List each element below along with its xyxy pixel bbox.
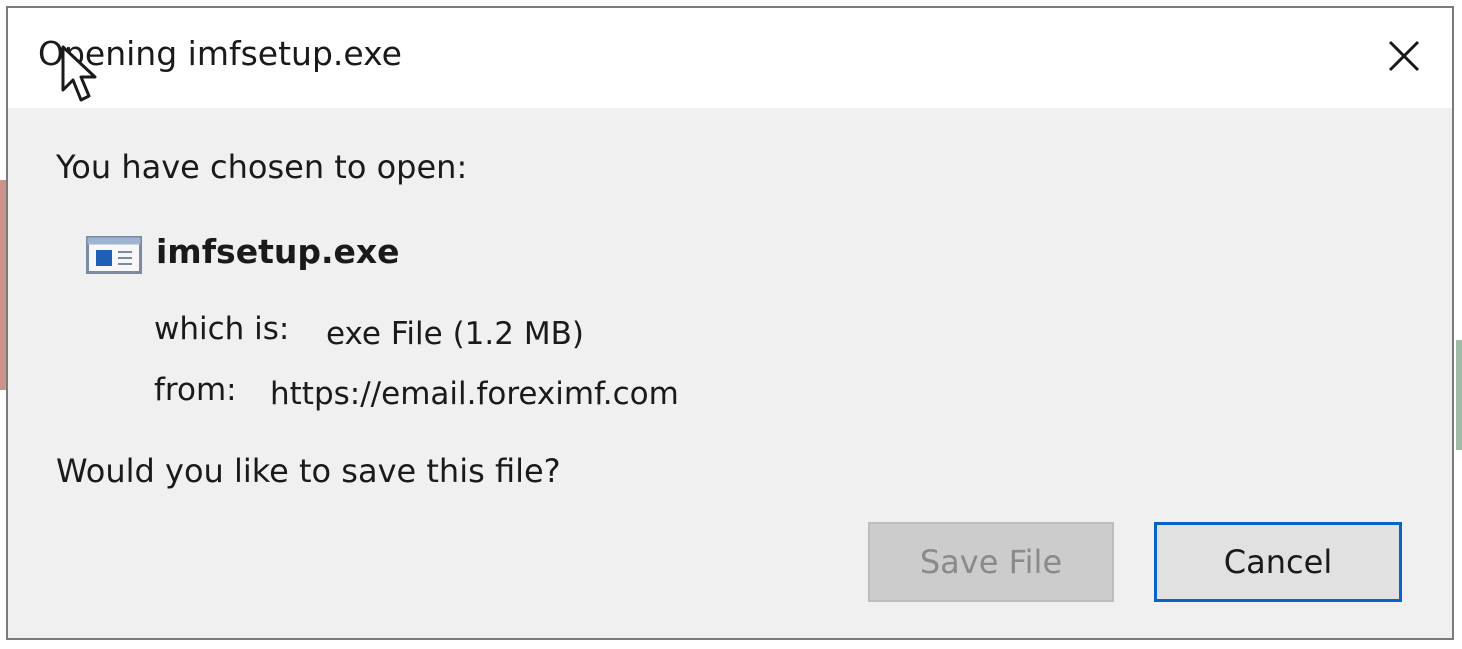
- file-name: imfsetup.exe: [156, 232, 400, 271]
- mouse-cursor-icon: [61, 45, 97, 102]
- file-type-label: which is:: [154, 311, 290, 347]
- file-source-label: from:: [154, 372, 237, 408]
- open-prompt: You have chosen to open:: [56, 148, 468, 186]
- save-question: Would you like to save this file?: [56, 452, 561, 490]
- file-type-value: exe File (1.2 MB): [326, 316, 584, 352]
- dialog-titlebar[interactable]: Opening imfsetup.exe: [8, 8, 1452, 108]
- close-icon: [1388, 40, 1420, 72]
- cancel-button[interactable]: Cancel: [1154, 522, 1402, 602]
- save-file-button[interactable]: Save File: [868, 522, 1114, 602]
- open-file-dialog: Opening imfsetup.exe You have chosen to …: [6, 6, 1454, 640]
- file-source-url: https://email.foreximf.com: [270, 376, 679, 412]
- background-window-edge-right: [1456, 340, 1462, 450]
- close-button[interactable]: [1372, 24, 1436, 88]
- exe-file-icon: [86, 236, 142, 274]
